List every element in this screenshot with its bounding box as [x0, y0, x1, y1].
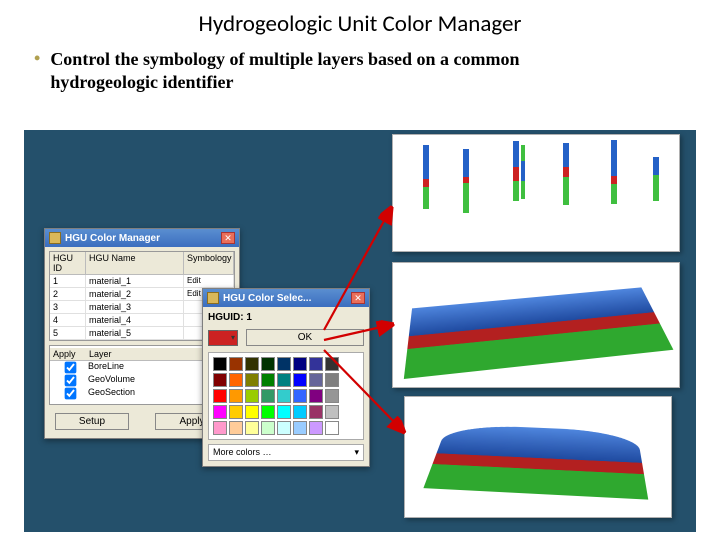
cell-name: material_5: [86, 327, 184, 340]
boreline-3d-preview: [392, 134, 680, 252]
palette-swatch[interactable]: [261, 405, 275, 419]
geovolume-3d-preview: [404, 396, 672, 518]
color-dropdown[interactable]: [208, 330, 238, 346]
palette-swatch[interactable]: [277, 421, 291, 435]
palette-swatch[interactable]: [309, 389, 323, 403]
palette-swatch[interactable]: [293, 405, 307, 419]
bullet-text: Control the symbology of multiple layers…: [50, 48, 610, 93]
palette-swatch[interactable]: [309, 405, 323, 419]
palette-swatch[interactable]: [245, 357, 259, 371]
table-header: HGU ID HGU Name Symbology: [50, 252, 234, 275]
col-hgu-id[interactable]: HGU ID: [50, 252, 86, 275]
setup-button[interactable]: Setup: [55, 413, 129, 430]
palette-swatch[interactable]: [325, 373, 339, 387]
borehole: [563, 143, 569, 205]
close-icon[interactable]: ✕: [221, 232, 235, 244]
bullet-row: • Control the symbology of multiple laye…: [34, 48, 720, 93]
palette-swatch[interactable]: [277, 373, 291, 387]
palette-swatch[interactable]: [229, 373, 243, 387]
cell-name: material_2: [86, 288, 184, 301]
window-title: HGU Color Manager: [65, 233, 221, 244]
cell-id: 4: [50, 314, 86, 327]
borehole: [653, 157, 659, 201]
hguid-label: HGUID: 1: [208, 312, 364, 323]
col-apply[interactable]: Apply: [50, 348, 86, 360]
hgu-color-selector-window: HGU Color Selec... ✕ HGUID: 1 OK More co…: [202, 288, 370, 467]
borehole: [611, 140, 617, 204]
palette-swatch[interactable]: [213, 373, 227, 387]
col-symbology[interactable]: Symbology: [184, 252, 234, 275]
palette-swatch[interactable]: [213, 421, 227, 435]
palette-swatch[interactable]: [229, 405, 243, 419]
palette-swatch[interactable]: [325, 405, 339, 419]
palette-swatch[interactable]: [213, 405, 227, 419]
palette-swatch[interactable]: [261, 421, 275, 435]
palette-swatch[interactable]: [213, 357, 227, 371]
palette-swatch[interactable]: [309, 357, 323, 371]
cell-id: 5: [50, 327, 86, 340]
stage-background: HGU Color Manager ✕ HGU ID HGU Name Symb…: [24, 130, 696, 532]
cell-name: material_4: [86, 314, 184, 327]
palette-swatch[interactable]: [293, 421, 307, 435]
table-row[interactable]: 1 material_1 Edit: [50, 275, 234, 288]
palette-swatch[interactable]: [261, 373, 275, 387]
palette-swatch[interactable]: [277, 357, 291, 371]
palette-swatch[interactable]: [245, 389, 259, 403]
palette-swatch[interactable]: [325, 357, 339, 371]
borehole: [423, 145, 429, 209]
borehole: [513, 141, 519, 201]
cell-id: 3: [50, 301, 86, 314]
palette-swatch[interactable]: [293, 357, 307, 371]
close-icon[interactable]: ✕: [351, 292, 365, 304]
palette-swatch[interactable]: [229, 421, 243, 435]
more-colors-label: More colors …: [213, 447, 272, 458]
app-icon: [207, 292, 219, 304]
palette-swatch[interactable]: [245, 421, 259, 435]
app-icon: [49, 232, 61, 244]
apply-geovolume-checkbox[interactable]: [64, 375, 76, 387]
edit-symbology-button[interactable]: Edit: [184, 275, 234, 288]
palette-swatch[interactable]: [261, 389, 275, 403]
palette-swatch[interactable]: [213, 389, 227, 403]
window-titlebar[interactable]: HGU Color Selec... ✕: [203, 289, 369, 307]
palette-swatch[interactable]: [277, 405, 291, 419]
cell-name: material_3: [86, 301, 184, 314]
slide-title: Hydrogeologic Unit Color Manager: [0, 10, 720, 38]
window-title: HGU Color Selec...: [223, 293, 351, 304]
cell-id: 1: [50, 275, 86, 288]
ok-button[interactable]: OK: [246, 329, 364, 346]
palette-swatch[interactable]: [277, 389, 291, 403]
more-colors-button[interactable]: More colors … ▾: [208, 444, 364, 461]
chevron-down-icon: ▾: [354, 447, 359, 458]
palette-swatch[interactable]: [309, 421, 323, 435]
palette-swatch[interactable]: [229, 389, 243, 403]
bullet-icon: •: [34, 48, 40, 70]
palette-swatch[interactable]: [261, 357, 275, 371]
cell-name: material_1: [86, 275, 184, 288]
palette-swatch[interactable]: [309, 373, 323, 387]
cell-id: 2: [50, 288, 86, 301]
apply-geosection-checkbox[interactable]: [64, 388, 76, 400]
palette-swatch[interactable]: [293, 373, 307, 387]
palette-swatch[interactable]: [293, 389, 307, 403]
palette-swatch[interactable]: [245, 373, 259, 387]
window-titlebar[interactable]: HGU Color Manager ✕: [45, 229, 239, 247]
borehole: [463, 149, 469, 213]
apply-boreline-checkbox[interactable]: [64, 362, 76, 374]
col-hgu-name[interactable]: HGU Name: [86, 252, 184, 275]
palette-swatch[interactable]: [325, 421, 339, 435]
color-palette: [208, 352, 364, 440]
borehole: [521, 145, 525, 199]
palette-swatch[interactable]: [245, 405, 259, 419]
palette-swatch[interactable]: [229, 357, 243, 371]
geosection-3d-preview: [392, 262, 680, 388]
palette-swatch[interactable]: [325, 389, 339, 403]
